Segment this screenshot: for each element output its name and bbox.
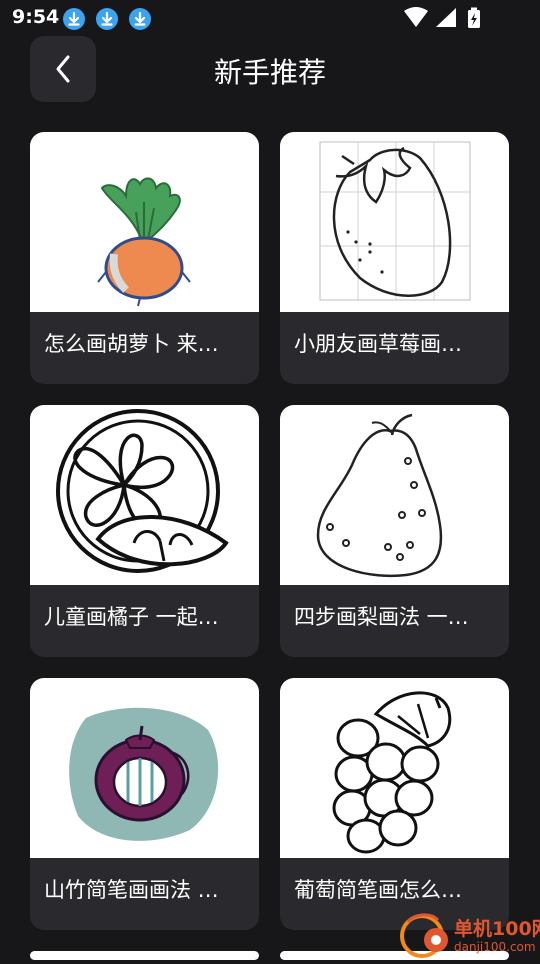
watermark-logo: 单机100网 danji100.com [392,912,540,960]
card-image [280,405,509,585]
download-icon [96,8,118,30]
card-title: 怎么画胡萝卜 来… [44,332,219,356]
card-title: 四步画梨画法 一… [294,605,469,629]
status-bar: 9:54 [0,0,540,36]
signal-icon [436,8,456,27]
card-title: 小朋友画草莓画… [294,332,462,356]
watermark-logo-icon [400,913,448,958]
card-image [30,405,259,585]
card-image [280,678,509,858]
download-icon [129,8,151,30]
card-image [30,678,259,858]
download-icon [63,8,85,30]
recommend-card[interactable]: 小朋友画草莓画… [280,132,509,384]
status-time: 9:54 [12,6,60,28]
radish-drawing-image [97,177,191,307]
card-image [30,132,259,312]
wifi-icon [404,7,428,27]
card-title: 山竹简笔画画法 … [44,878,219,902]
orange-drawing-image [56,409,229,573]
mangosteen-drawing-image [69,707,219,841]
battery-charging-icon [468,7,480,28]
recommend-card[interactable]: 四步画梨画法 一… [280,405,509,657]
recommend-card[interactable]: 怎么画胡萝卜 来… [30,132,259,384]
watermark-url: danji100.com [454,940,536,954]
watermark-name: 单机100网 [454,918,540,940]
recommend-card-partial[interactable] [30,951,259,960]
pear-drawing-image [316,413,443,578]
page-title: 新手推荐 [213,56,326,89]
recommend-card[interactable]: 葡萄简笔画怎么… [280,678,509,930]
header: 新手推荐 [0,36,540,106]
card-title: 儿童画橘子 一起… [44,605,219,629]
card-image [280,132,509,312]
card-title: 葡萄简笔画怎么… [294,878,462,902]
recommend-card[interactable]: 山竹简笔画画法 … [30,678,259,930]
strawberry-drawing-image [319,141,471,301]
card-image [30,951,259,960]
recommend-card[interactable]: 儿童画橘子 一起… [30,405,259,657]
grape-drawing-image [332,691,452,854]
system-status-icons [402,7,502,33]
